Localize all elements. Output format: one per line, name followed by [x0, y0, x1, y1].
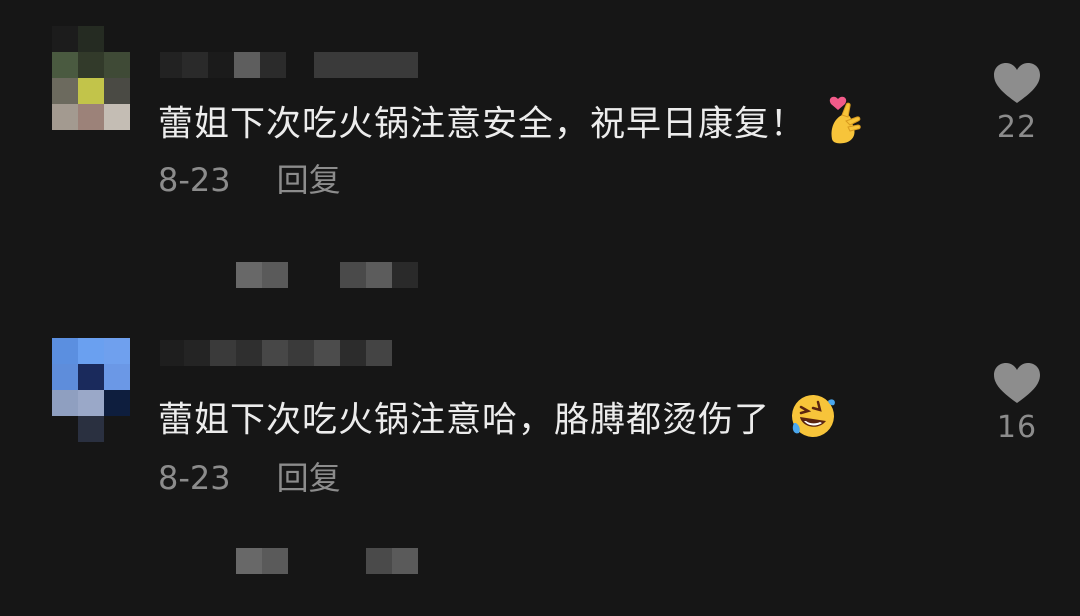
avatar[interactable] [52, 338, 130, 442]
like-button[interactable]: 22 [992, 62, 1042, 145]
finger-heart-emoji [824, 95, 866, 156]
comment-text: 蕾姐下次吃火锅注意哈，胳膊都烫伤了 [158, 393, 838, 450]
heart-icon[interactable] [993, 362, 1041, 404]
reply-preview-mosaic [236, 548, 418, 574]
comment-item: 蕾姐下次吃火锅注意哈，胳膊都烫伤了 8-23 回复 16 [0, 300, 1080, 616]
comment-meta: 8-23 回复 [158, 458, 341, 498]
like-count: 22 [996, 110, 1038, 145]
username-mosaic[interactable] [160, 340, 392, 366]
heart-icon[interactable] [993, 62, 1041, 104]
comments-page: 蕾姐下次吃火锅注意安全，祝早日康复！ 8-23 回复 22 蕾姐下次吃火锅注意哈… [0, 0, 1080, 616]
reply-button[interactable]: 回复 [277, 160, 341, 200]
username-mosaic[interactable] [160, 52, 418, 78]
comment-item: 蕾姐下次吃火锅注意安全，祝早日康复！ 8-23 回复 22 [0, 0, 1080, 300]
like-button[interactable]: 16 [992, 362, 1042, 445]
reply-preview-mosaic [236, 262, 418, 288]
comment-body: 蕾姐下次吃火锅注意哈，胳膊都烫伤了 [158, 400, 771, 441]
comment-meta: 8-23 回复 [158, 160, 341, 200]
rolling-laughing-emoji [788, 393, 838, 450]
comment-date: 8-23 [158, 161, 231, 199]
comment-date: 8-23 [158, 459, 231, 497]
like-count: 16 [996, 410, 1038, 445]
avatar[interactable] [52, 26, 130, 130]
reply-button[interactable]: 回复 [277, 458, 341, 498]
comment-text: 蕾姐下次吃火锅注意安全，祝早日康复！ [158, 95, 866, 156]
comment-body: 蕾姐下次吃火锅注意安全，祝早日康复！ [158, 104, 807, 145]
